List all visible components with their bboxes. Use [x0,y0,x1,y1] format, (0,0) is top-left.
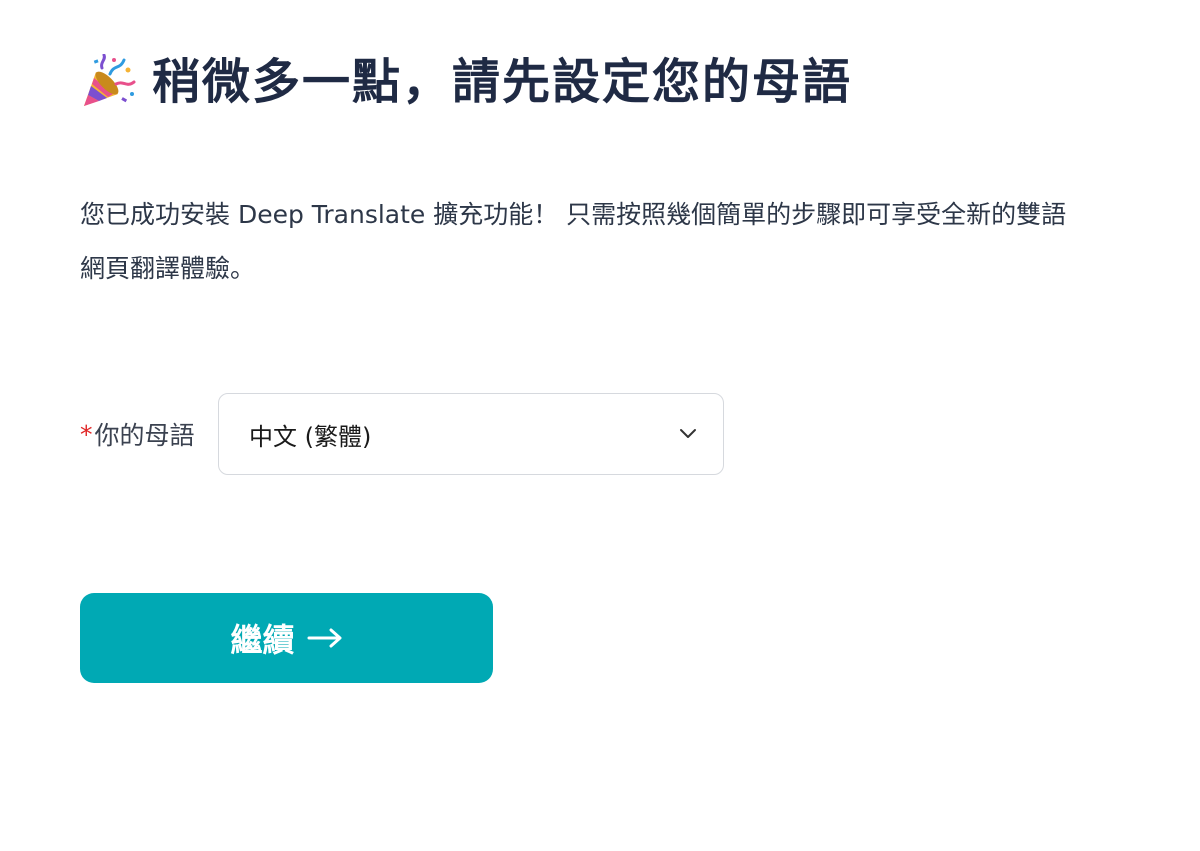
native-language-field: * 你的母語 中文 (繁體) [80,393,724,475]
intro-text: 您已成功安裝 Deep Translate 擴充功能！ 只需按照幾個簡單的步驟即… [80,200,1067,283]
party-popper-icon [84,54,136,106]
continue-button-label: 繼續 [230,621,295,659]
page-title: 稍微多一點，請先設定您的母語 [152,54,853,110]
required-marker: * [80,419,93,449]
native-language-label: * 你的母語 [80,416,218,452]
chevron-down-icon [680,429,696,438]
native-language-selected-value: 中文 (繁體) [249,422,372,451]
native-language-select[interactable]: 中文 (繁體) [218,393,724,475]
onboarding-page: 稍微多一點，請先設定您的母語 您已成功安裝 Deep Translate 擴充功… [80,0,1120,851]
native-language-label-text: 你的母語 [94,421,195,450]
continue-button[interactable]: 繼續 [80,593,493,683]
header: 稍微多一點，請先設定您的母語 [80,50,852,114]
arrow-right-icon [307,628,341,648]
